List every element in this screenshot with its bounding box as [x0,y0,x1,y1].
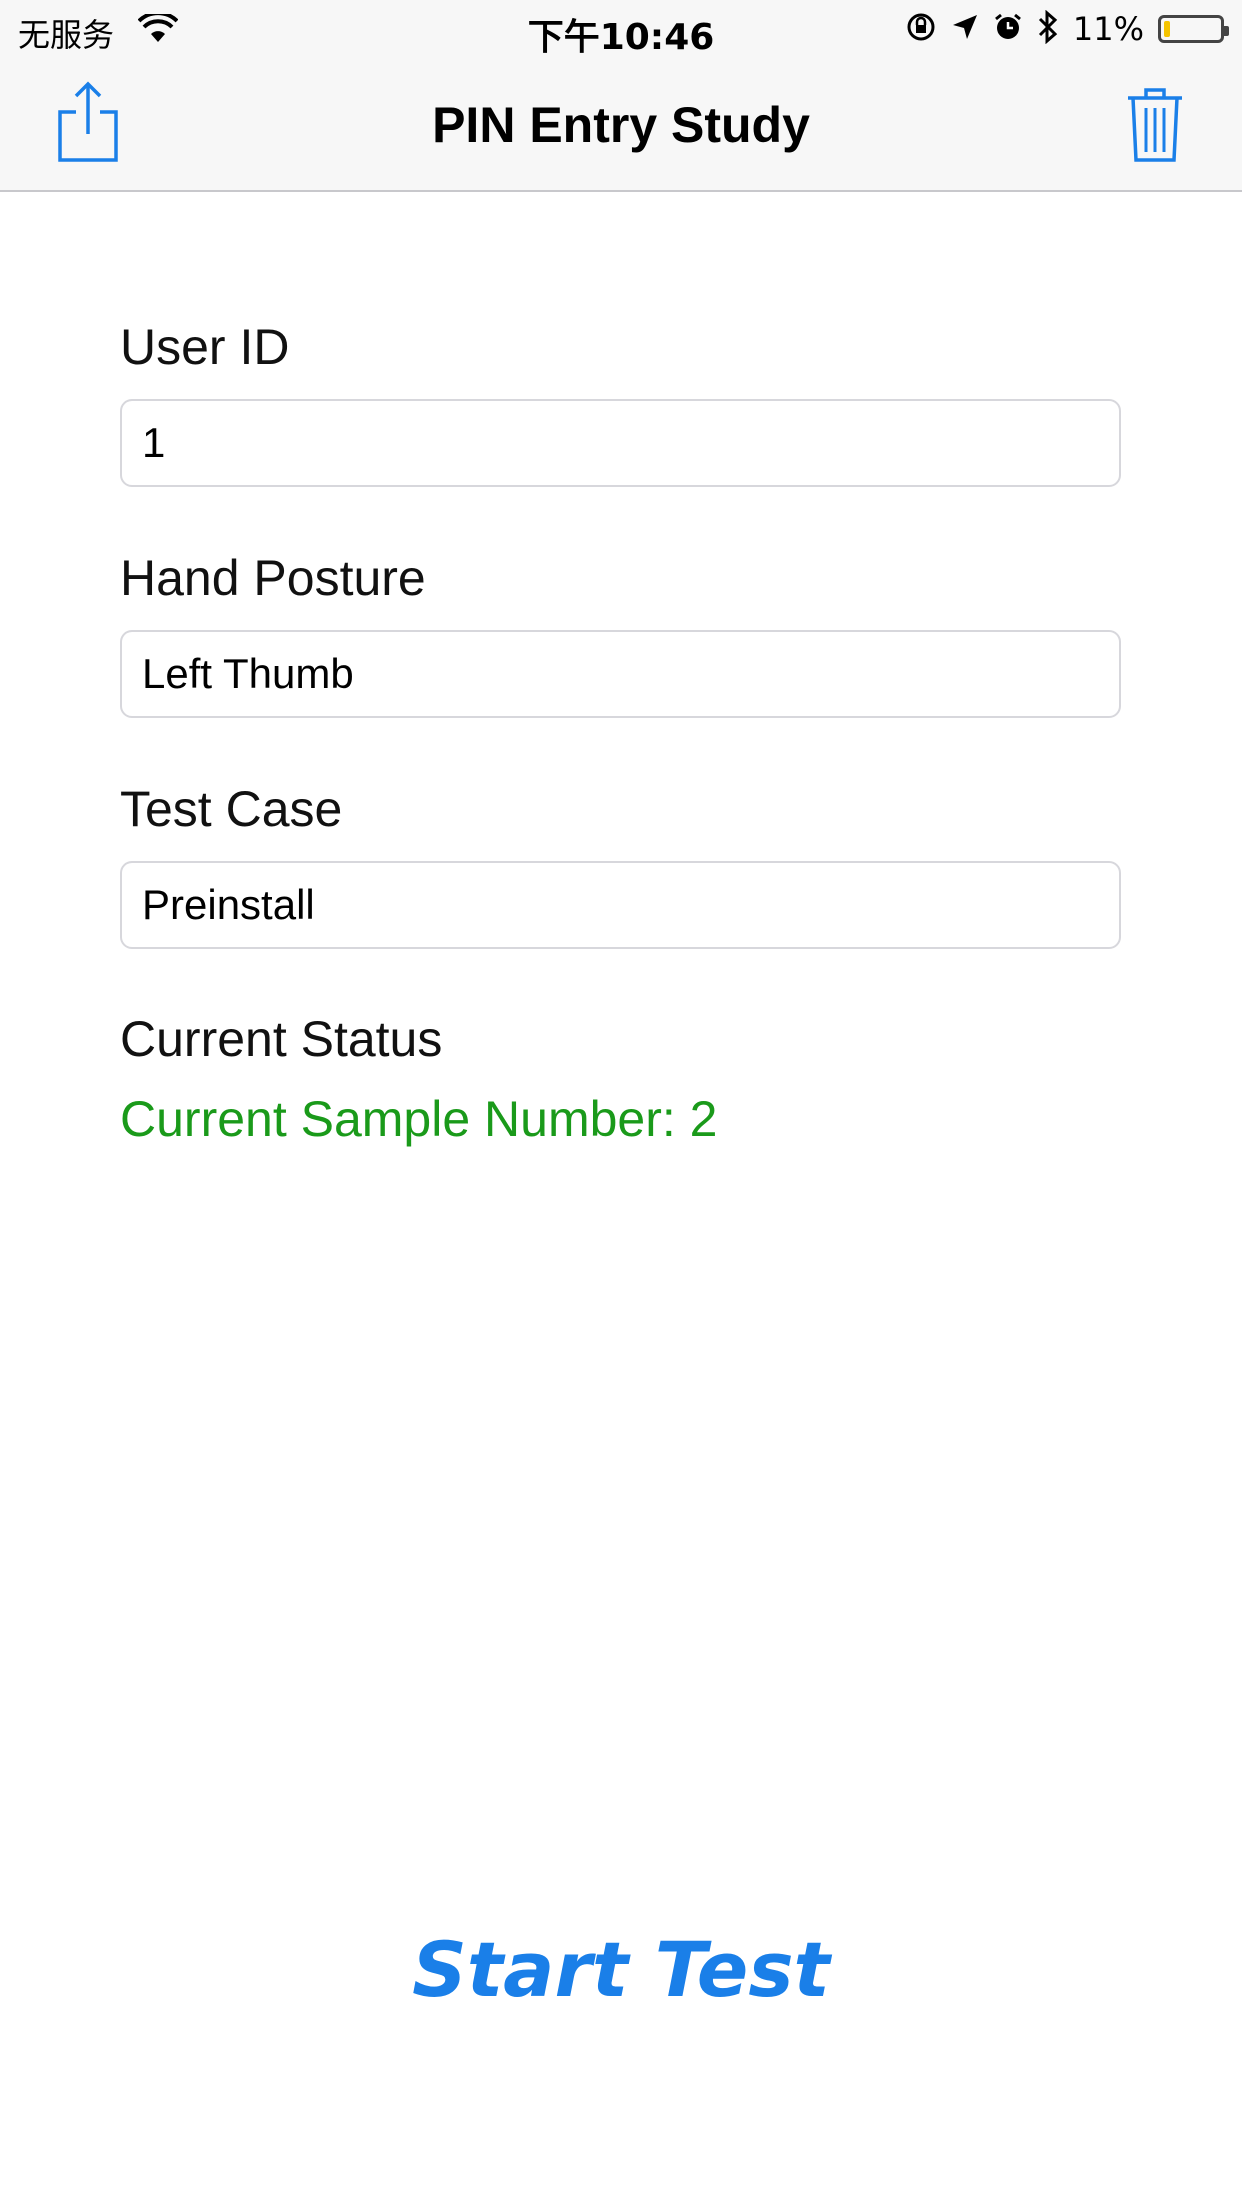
start-test-button[interactable]: Start Test [0,1925,1242,2014]
orientation-lock-icon [905,11,937,47]
page-title: PIN Entry Study [432,97,810,153]
current-status-label: Current Status [120,1011,443,1067]
user-id-field[interactable]: 1 [120,399,1121,487]
hand-posture-label: Hand Posture [120,550,426,606]
alarm-icon [993,12,1023,46]
status-bar: 无服务 下午10:46 11% [0,0,1242,62]
bluetooth-icon [1037,9,1059,48]
hand-posture-field[interactable]: Left Thumb [120,630,1121,718]
trash-icon[interactable] [1126,84,1184,164]
battery-level-fill [1164,21,1170,37]
current-sample-status: Current Sample Number: 2 [120,1091,718,1147]
test-case-label: Test Case [120,781,343,837]
status-right-group: 11% [905,9,1229,48]
user-id-label: User ID [120,319,290,375]
battery-nub [1224,26,1229,36]
location-arrow-icon [951,13,979,45]
battery-icon [1158,15,1229,43]
battery-percent: 11% [1072,10,1144,48]
navigation-bar: PIN Entry Study [0,62,1242,192]
test-case-field[interactable]: Preinstall [120,861,1121,949]
